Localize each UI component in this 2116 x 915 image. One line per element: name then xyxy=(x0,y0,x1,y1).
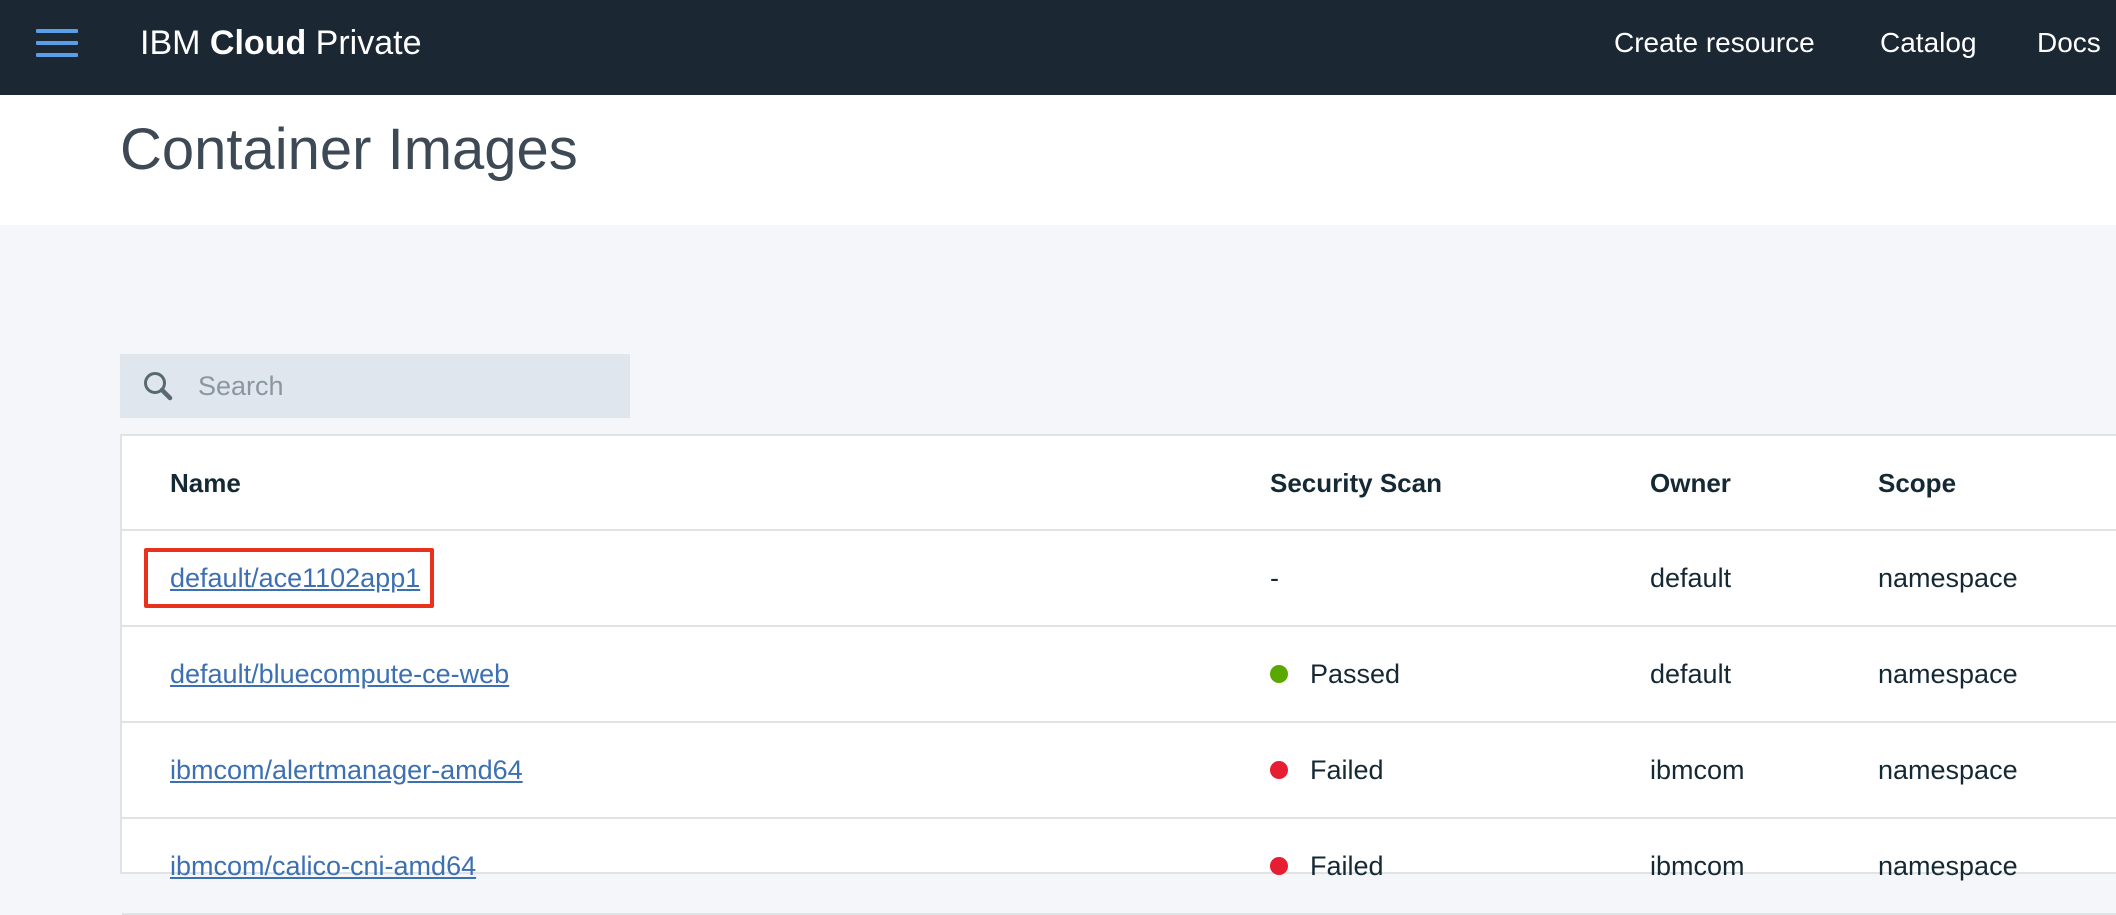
security-scan-status: Failed xyxy=(1270,848,1384,884)
column-header-owner[interactable]: Owner xyxy=(1650,466,1731,500)
security-scan-status: Passed xyxy=(1270,656,1400,692)
status-failed-icon xyxy=(1270,857,1288,875)
owner-value: ibmcom xyxy=(1650,851,1745,881)
security-scan-value: - xyxy=(1270,563,1279,593)
image-name-link[interactable]: default/ace1102app1 xyxy=(170,560,420,596)
brand-prefix: IBM xyxy=(140,24,201,62)
table-row[interactable]: default/bluecompute-ce-web Passed defaul… xyxy=(122,627,2116,723)
table-row[interactable]: ibmcom/calico-cni-amd64 Failed ibmcom na… xyxy=(122,819,2116,915)
column-header-security-scan[interactable]: Security Scan xyxy=(1270,466,1442,500)
hamburger-menu-icon[interactable] xyxy=(36,27,78,59)
brand-bold: Cloud xyxy=(209,24,307,62)
owner-value: default xyxy=(1650,659,1732,689)
security-scan-value: Failed xyxy=(1310,755,1384,785)
owner-value: default xyxy=(1650,563,1732,593)
page-title: Container Images xyxy=(120,117,578,182)
page-header: Container Images xyxy=(0,95,2116,225)
table-row[interactable]: default/ace1102app1 - default namespace xyxy=(122,531,2116,627)
scope-value: namespace xyxy=(1878,755,2018,785)
security-scan-value: Passed xyxy=(1310,659,1401,689)
brand-logo[interactable]: IBM Cloud Private xyxy=(140,22,422,64)
top-header: IBM Cloud Private Create resource Catalo… xyxy=(0,0,2116,95)
status-passed-icon xyxy=(1270,665,1288,683)
owner-value: ibmcom xyxy=(1650,755,1745,785)
table-row[interactable]: ibmcom/alertmanager-amd64 Failed ibmcom … xyxy=(122,723,2116,819)
column-header-name[interactable]: Name xyxy=(170,466,241,500)
image-name-link[interactable]: default/bluecompute-ce-web xyxy=(170,656,509,692)
status-failed-icon xyxy=(1270,761,1288,779)
search-box[interactable] xyxy=(120,354,630,418)
security-scan-value: Failed xyxy=(1310,851,1384,881)
scope-value: namespace xyxy=(1878,659,2018,689)
image-name-link[interactable]: ibmcom/calico-cni-amd64 xyxy=(170,848,476,884)
table-header: Name Security Scan Owner Scope xyxy=(122,436,2116,531)
nav-create-resource[interactable]: Create resource xyxy=(1614,25,1815,61)
security-scan-status: Failed xyxy=(1270,752,1384,788)
search-icon xyxy=(144,372,173,401)
nav-catalog[interactable]: Catalog xyxy=(1880,25,1977,61)
scope-value: namespace xyxy=(1878,851,2018,881)
search-input[interactable] xyxy=(198,354,618,418)
column-header-scope[interactable]: Scope xyxy=(1878,466,1956,500)
brand-suffix: Private xyxy=(315,24,422,62)
images-table: Name Security Scan Owner Scope default/a… xyxy=(120,434,2116,915)
scope-value: namespace xyxy=(1878,563,2018,593)
image-name-link[interactable]: ibmcom/alertmanager-amd64 xyxy=(170,752,523,788)
nav-docs[interactable]: Docs xyxy=(2037,25,2101,61)
